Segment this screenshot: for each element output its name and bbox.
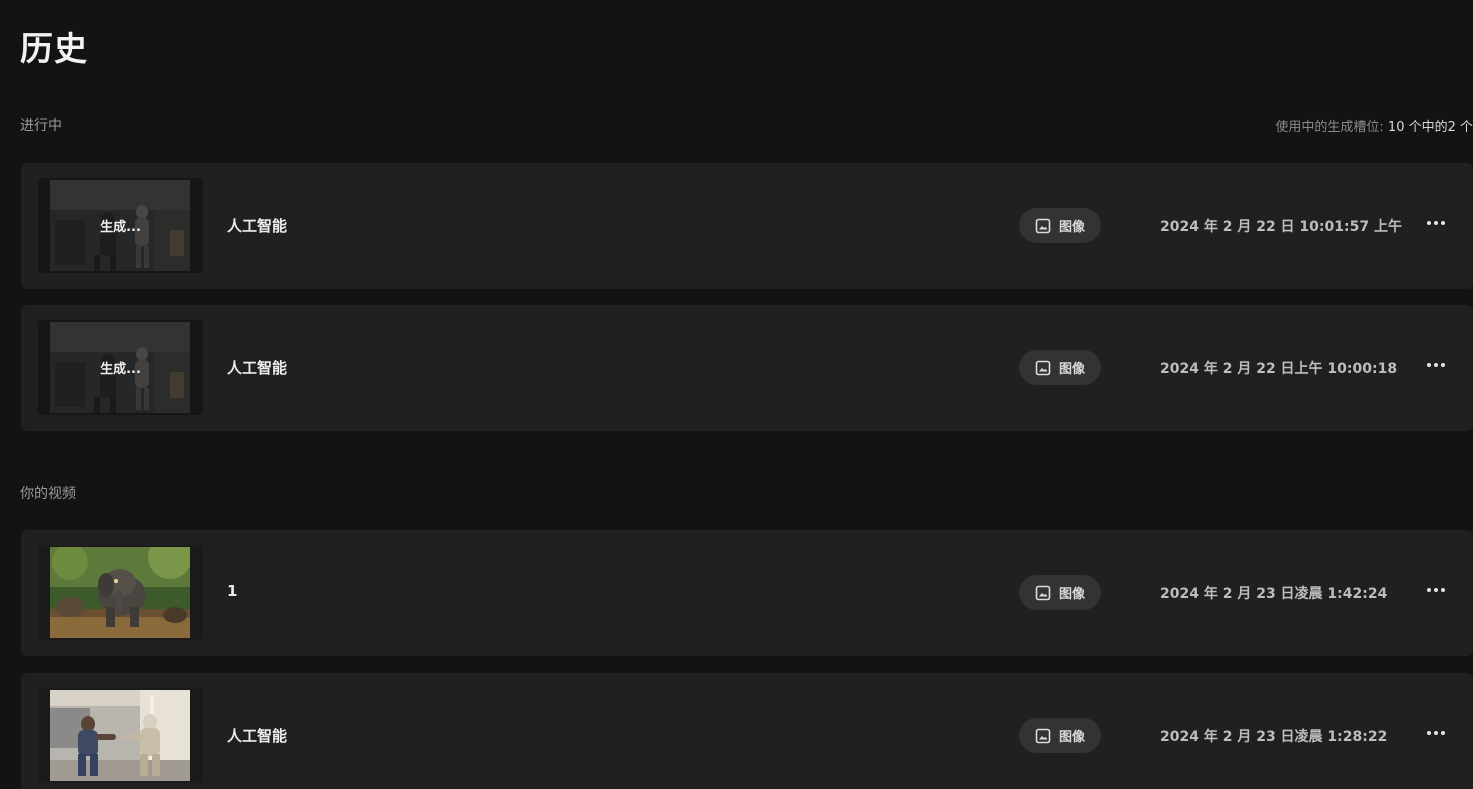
thumbnail[interactable]: 生成...: [38, 320, 203, 415]
more-horizontal-icon: [1427, 588, 1431, 592]
item-date: 2024 年 2 月 23 日凌晨 1:28:22: [1160, 729, 1388, 745]
more-dot: [1434, 731, 1438, 735]
item-title: 1: [227, 582, 238, 600]
item-title: 人工智能: [227, 359, 288, 377]
item-title: 人工智能: [227, 217, 288, 235]
more-dot: [1434, 221, 1438, 225]
generating-status: 生成...: [100, 220, 141, 235]
in-progress-label: 进行中: [20, 118, 62, 134]
history-page: 历史 进行中 使用中的生成槽位: 10 个中的2 个 生成... 人工智能 图像…: [0, 0, 1473, 789]
thumbnail[interactable]: [38, 545, 203, 640]
item-date: 2024 年 2 月 22 日 10:01:57 上午: [1160, 219, 1402, 235]
page-title: 历史: [20, 29, 88, 68]
thumbnail[interactable]: 生成...: [38, 178, 203, 273]
more-options-button[interactable]: [1423, 213, 1449, 233]
type-badge[interactable]: 图像: [1019, 718, 1101, 753]
history-row[interactable]: 人工智能 图像 2024 年 2 月 23 日凌晨 1:28:22: [21, 673, 1473, 789]
thumbnail-image: [50, 690, 190, 781]
image-icon: [1035, 218, 1051, 234]
item-title: 人工智能: [227, 727, 288, 745]
item-date: 2024 年 2 月 23 日凌晨 1:42:24: [1160, 586, 1388, 602]
generating-status: 生成...: [100, 362, 141, 377]
more-horizontal-icon: [1427, 363, 1431, 367]
image-icon: [1035, 360, 1051, 376]
type-label: 图像: [1058, 587, 1085, 602]
history-row[interactable]: 生成... 人工智能 图像 2024 年 2 月 22 日上午 10:00:18: [21, 305, 1473, 431]
type-label: 图像: [1058, 362, 1085, 377]
your-videos-label: 你的视频: [20, 486, 76, 502]
thumbnail-image: [50, 547, 190, 638]
type-label: 图像: [1058, 730, 1085, 745]
type-label: 图像: [1058, 220, 1085, 235]
more-dot: [1441, 363, 1445, 367]
more-dot: [1441, 588, 1445, 592]
more-options-button[interactable]: [1423, 355, 1449, 375]
slot-usage-count: 10 个中的2 个: [1387, 120, 1473, 135]
more-dot: [1434, 363, 1438, 367]
more-horizontal-icon: [1427, 221, 1431, 225]
type-badge[interactable]: 图像: [1019, 575, 1101, 610]
type-badge[interactable]: 图像: [1019, 208, 1101, 243]
more-options-button[interactable]: [1423, 580, 1449, 600]
more-dot: [1441, 731, 1445, 735]
image-icon: [1035, 585, 1051, 601]
slot-usage-prefix: 使用中的生成槽位:: [1275, 120, 1384, 135]
more-dot: [1434, 588, 1438, 592]
history-row[interactable]: 1 图像 2024 年 2 月 23 日凌晨 1:42:24: [21, 530, 1473, 656]
more-horizontal-icon: [1427, 731, 1431, 735]
type-badge[interactable]: 图像: [1019, 350, 1101, 385]
image-icon: [1035, 728, 1051, 744]
item-date: 2024 年 2 月 22 日上午 10:00:18: [1160, 361, 1398, 377]
history-row[interactable]: 生成... 人工智能 图像 2024 年 2 月 22 日 10:01:57 上…: [21, 163, 1473, 289]
more-dot: [1441, 221, 1445, 225]
thumbnail[interactable]: [38, 688, 203, 783]
more-options-button[interactable]: [1423, 723, 1449, 743]
slot-usage-info: 使用中的生成槽位: 10 个中的2 个: [1275, 116, 1473, 135]
